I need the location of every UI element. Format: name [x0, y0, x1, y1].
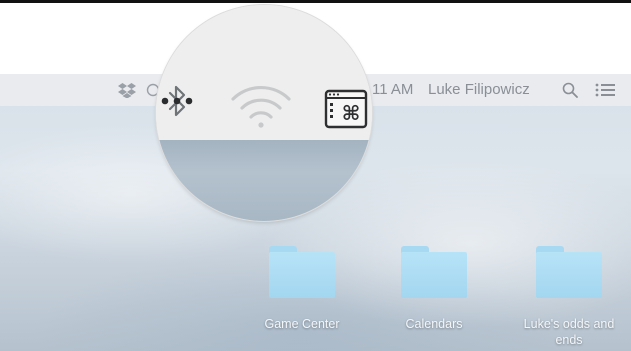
dropbox-icon[interactable]	[118, 74, 136, 106]
folder-lukes-odds-and-ends[interactable]: Luke's odds and ends	[517, 246, 621, 348]
folder-icon	[269, 246, 335, 298]
folder-game-center[interactable]: Game Center	[252, 246, 352, 332]
bluetooth-icon[interactable]	[160, 83, 194, 132]
magnified-desktop	[156, 140, 372, 221]
folder-icon	[401, 246, 467, 298]
command-glyph: ⌘	[342, 101, 361, 125]
menubar-user-name[interactable]: Luke Filipowicz	[428, 74, 530, 106]
folder-label: Calendars	[405, 317, 463, 331]
list-icon[interactable]	[595, 74, 615, 106]
search-icon[interactable]	[562, 74, 578, 106]
top-border-line	[0, 0, 631, 3]
wifi-icon[interactable]	[230, 83, 292, 134]
menubar-time[interactable]: 11 AM	[372, 74, 413, 106]
keyboard-command-icon[interactable]: ⌘	[324, 89, 368, 134]
folder-icon	[536, 246, 602, 298]
folder-label: Luke's odds and ends	[523, 317, 615, 347]
magnifier-loupe: ⌘	[156, 5, 372, 221]
folder-calendars[interactable]: Calendars	[384, 246, 484, 332]
folder-label: Game Center	[264, 317, 340, 331]
